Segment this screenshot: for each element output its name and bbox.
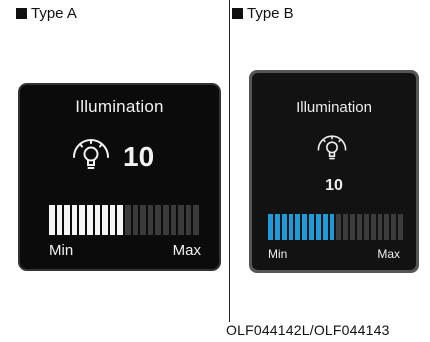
type-b-display-frame: Illumination 10 Min Max <box>249 70 419 273</box>
level-segment-empty <box>356 214 362 240</box>
max-label: Max <box>172 242 201 259</box>
illumination-title: Illumination <box>75 97 164 116</box>
square-bullet-icon <box>16 8 27 19</box>
level-segment-filled <box>117 205 123 235</box>
level-segment-empty <box>350 214 355 240</box>
type-b-heading: Type B <box>232 5 294 22</box>
level-segment-filled <box>79 205 85 235</box>
level-segment-filled <box>268 214 273 240</box>
level-segment-empty <box>343 214 349 240</box>
illumination-title: Illumination <box>296 99 372 116</box>
illumination-level-bar <box>268 214 403 240</box>
type-a-heading: Type A <box>16 5 77 22</box>
level-segment-filled <box>94 205 101 235</box>
min-label: Min <box>268 247 288 261</box>
level-segment-filled <box>315 214 321 240</box>
level-segment-empty <box>170 205 177 235</box>
level-segment-filled <box>49 205 55 235</box>
type-b-label: Type B <box>247 5 294 22</box>
level-segment-empty <box>140 205 146 235</box>
level-segment-empty <box>124 205 131 235</box>
level-segment-empty <box>132 205 139 235</box>
level-segment-filled <box>86 205 93 235</box>
illumination-bulb-icon <box>73 139 109 169</box>
max-label: Max <box>377 247 400 261</box>
level-segment-empty <box>391 214 397 240</box>
level-segment-filled <box>295 214 301 240</box>
level-segment-empty <box>336 214 342 240</box>
level-segment-filled <box>64 205 70 235</box>
level-segment-empty <box>377 214 383 240</box>
level-segment-empty <box>155 205 161 235</box>
level-segment-filled <box>329 214 335 240</box>
illumination-level-value: 10 <box>123 141 155 172</box>
level-segment-empty <box>363 214 369 240</box>
type-a-label: Type A <box>31 5 77 22</box>
square-bullet-icon <box>232 8 243 19</box>
min-label: Min <box>49 242 74 259</box>
level-segment-filled <box>281 214 287 240</box>
vertical-divider <box>229 0 230 322</box>
level-segment-filled <box>322 214 328 240</box>
type-a-illumination-display: Illumination 10 Min Max <box>18 83 221 271</box>
level-segment-filled <box>71 205 78 235</box>
level-segment-empty <box>178 205 184 235</box>
level-segment-empty <box>193 205 199 235</box>
level-segment-empty <box>185 205 192 235</box>
type-b-illumination-display: Illumination 10 Min Max <box>252 73 416 270</box>
level-segment-empty <box>370 214 376 240</box>
level-segment-filled <box>274 214 280 240</box>
illumination-level-bar <box>49 205 199 235</box>
level-segment-empty <box>162 205 169 235</box>
illumination-bulb-icon <box>317 135 347 160</box>
level-segment-filled <box>309 214 314 240</box>
level-segment-filled <box>288 214 294 240</box>
level-segment-filled <box>109 205 116 235</box>
level-segment-empty <box>398 214 403 240</box>
level-segment-filled <box>102 205 108 235</box>
level-segment-empty <box>147 205 154 235</box>
illumination-level-value: 10 <box>325 177 343 194</box>
level-segment-empty <box>384 214 390 240</box>
level-segment-filled <box>302 214 308 240</box>
level-segment-filled <box>56 205 63 235</box>
figure-code: OLF044142L/OLF044143 <box>226 322 390 338</box>
